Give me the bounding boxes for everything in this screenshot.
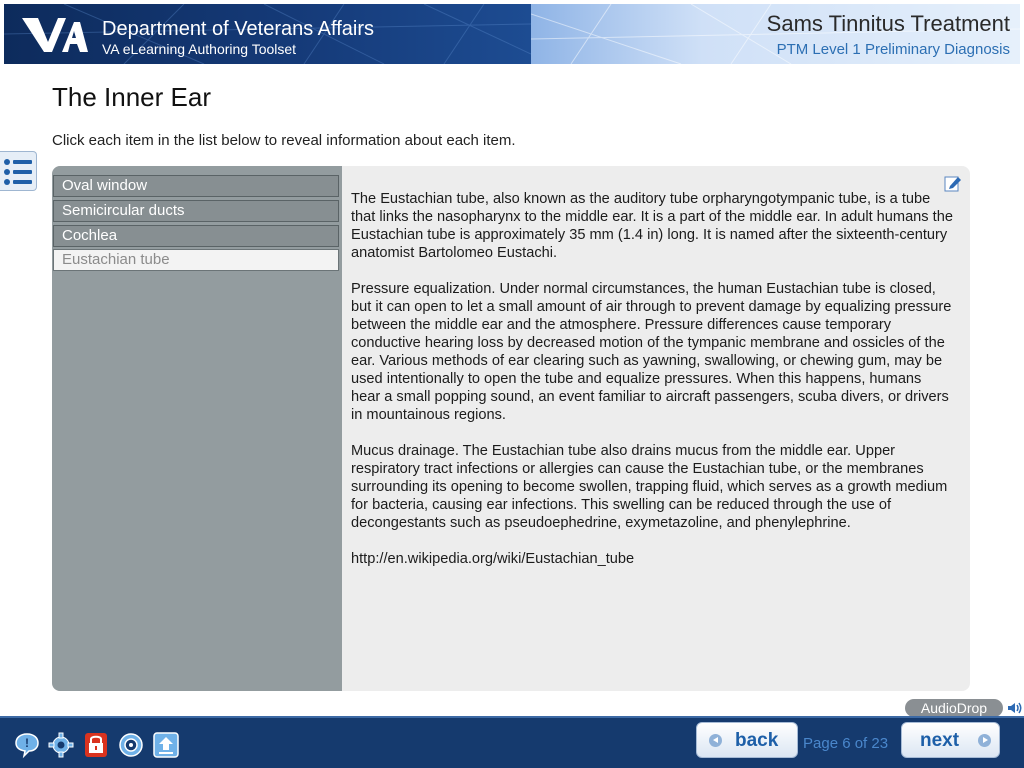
next-button[interactable]: next (901, 722, 1000, 758)
item-list: Oval window Semicircular ducts Cochlea E… (52, 166, 342, 691)
source-link[interactable]: http://en.wikipedia.org/wiki/Eustachian_… (351, 550, 953, 568)
settings-button[interactable] (47, 731, 75, 759)
speaker-icon[interactable] (1006, 699, 1024, 717)
next-arrow-icon (978, 734, 991, 747)
lock-button[interactable] (82, 731, 110, 759)
list-menu-icon (4, 159, 32, 185)
help-icon: ! (15, 733, 39, 759)
list-item-oval-window[interactable]: Oval window (53, 175, 339, 197)
audiodrop-button[interactable]: AudioDrop (905, 699, 1003, 717)
list-item-semicircular-ducts[interactable]: Semicircular ducts (53, 200, 339, 222)
reveal-panel: Oval window Semicircular ducts Cochlea E… (52, 166, 970, 691)
target-icon (119, 733, 143, 757)
back-arrow-icon (709, 734, 722, 747)
description-paragraph: The Eustachian tube, also known as the a… (351, 191, 953, 261)
upload-button[interactable] (152, 731, 180, 759)
course-subtitle: PTM Level 1 Preliminary Diagnosis (776, 41, 1010, 58)
toolset-name: VA eLearning Authoring Toolset (102, 41, 297, 57)
lock-icon (85, 733, 107, 757)
page-title: The Inner Ear (52, 82, 211, 112)
description-paragraph: Mucus drainage. The Eustachian tube also… (351, 443, 948, 531)
course-title: Sams Tinnitus Treatment (766, 11, 1010, 36)
settings-gear-icon (48, 732, 74, 758)
list-item-eustachian-tube[interactable]: Eustachian tube (53, 249, 339, 271)
footer-bar: ! back Page 6 of 23 next (0, 716, 1024, 768)
next-button-label: next (920, 730, 960, 751)
list-item-cochlea[interactable]: Cochlea (53, 225, 339, 247)
back-button[interactable]: back (696, 722, 798, 758)
page-indicator: Page 6 of 23 (803, 735, 889, 752)
header-brand-area: Department of Veterans Affairs VA eLearn… (4, 4, 531, 64)
help-button[interactable]: ! (13, 731, 41, 759)
header-course-area: Sams Tinnitus Treatment PTM Level 1 Prel… (531, 4, 1020, 64)
target-button[interactable] (117, 731, 145, 759)
back-button-label: back (735, 730, 779, 751)
va-logo (22, 18, 88, 52)
svg-text:!: ! (25, 736, 29, 750)
item-description: The Eustachian tube, also known as the a… (351, 190, 953, 586)
header-banner: Department of Veterans Affairs VA eLearn… (0, 0, 1024, 65)
department-name: Department of Veterans Affairs (102, 18, 375, 40)
menu-toggle-button[interactable] (0, 151, 37, 191)
upload-icon (153, 732, 179, 758)
description-paragraph: Pressure equalization. Under normal circ… (351, 281, 952, 423)
page-instructions: Click each item in the list below to rev… (52, 132, 516, 149)
